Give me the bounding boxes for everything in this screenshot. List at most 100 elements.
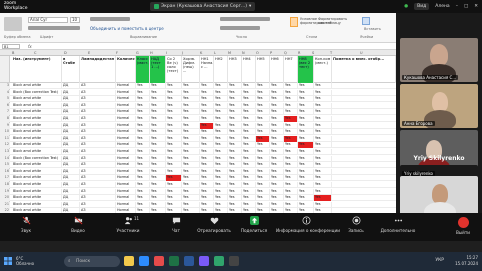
column-header-p[interactable]: P [270, 51, 272, 55]
cell-value[interactable]: Yes [314, 155, 332, 162]
cell-value[interactable]: Yes [136, 201, 150, 208]
cell-lamp[interactable]: АЗ [80, 188, 116, 195]
cell-value[interactable]: Yes [182, 162, 200, 169]
cell-stab[interactable]: ДЦ [62, 195, 80, 202]
cell-lamp[interactable]: АЗ [80, 96, 116, 103]
cell-name[interactable]: Block amd white [12, 142, 62, 149]
cell-qty[interactable]: Ноrmal [116, 175, 136, 182]
cell-value[interactable]: Yes [256, 168, 270, 175]
cell-value[interactable]: Yes [298, 195, 314, 202]
cell-value[interactable]: Yes [150, 109, 166, 116]
cell-value[interactable]: Yes [314, 109, 332, 116]
cell-value[interactable]: Yes [166, 182, 182, 188]
cell-value[interactable]: Yes [214, 122, 228, 129]
cell-value[interactable]: Yes [314, 102, 332, 109]
cell-value[interactable]: Yes [166, 149, 182, 155]
header-cell-c2[interactable]: в Стабе [62, 56, 80, 83]
cell-value[interactable]: Yes [214, 175, 228, 182]
cell-value[interactable]: Yes [270, 109, 284, 116]
cell-value[interactable]: Yes [228, 188, 242, 195]
cell-stab[interactable]: ДЦ [62, 122, 80, 129]
cell-name[interactable]: Block amd white [12, 122, 62, 129]
zoom-app-icon[interactable] [139, 256, 149, 266]
cell-value[interactable]: Yes [242, 122, 256, 129]
row-number[interactable]: 18 [0, 182, 10, 188]
cell-value[interactable]: Yes [136, 89, 150, 96]
taskbar-search[interactable]: ⌕ Поиск [64, 256, 120, 267]
cell-value[interactable]: Yes [166, 129, 182, 136]
column-header-j[interactable]: J [182, 51, 183, 55]
cell-value[interactable]: Yes [166, 116, 182, 122]
cell-value[interactable]: Yes [214, 83, 228, 89]
cell-qty[interactable]: Ноrmal [116, 195, 136, 202]
cell-value[interactable]: Yes [270, 135, 284, 142]
cell-value[interactable]: Yes [284, 168, 298, 175]
cell-value[interactable]: Yes [228, 182, 242, 188]
cell-value[interactable]: Yes [136, 142, 150, 149]
column-header-n[interactable]: N [242, 51, 245, 55]
row-number[interactable]: 14 [0, 155, 10, 162]
cell-value[interactable]: Yes [136, 135, 150, 142]
cell-value[interactable]: Yes [270, 89, 284, 96]
cell-value[interactable]: Yes [150, 149, 166, 155]
cell-value[interactable]: Yes [150, 188, 166, 195]
cell-name[interactable]: Block amd white [12, 135, 62, 142]
cell-value[interactable]: Yes [182, 116, 200, 122]
cell-value[interactable]: Yes [314, 142, 332, 149]
cell-value[interactable]: Yes [270, 129, 284, 136]
cell-value[interactable]: Yes [228, 135, 242, 142]
cell-value[interactable]: Yes [136, 162, 150, 169]
cell-lamp[interactable]: АЗ [80, 122, 116, 129]
cell-value[interactable]: Yes [314, 168, 332, 175]
cell-qty[interactable]: Ноrmal [116, 89, 136, 96]
cell-stab[interactable]: ДЦ [62, 155, 80, 162]
header-cell-c16[interactable]: НН8 (вес 2 тест) [298, 56, 314, 83]
cell-qty[interactable]: Ноrmal [116, 116, 136, 122]
cell-value[interactable]: Yes [298, 135, 314, 142]
cell-stab[interactable]: ДЦ [62, 162, 80, 169]
cell-value[interactable]: Yes [256, 116, 270, 122]
column-header-u[interactable]: U [360, 51, 363, 55]
cell-value[interactable]: Yes [200, 162, 214, 169]
cell-value[interactable]: Yes [182, 89, 200, 96]
cell-name[interactable]: Block amd white [12, 109, 62, 116]
cell-value[interactable]: Yes [150, 195, 166, 202]
row-number[interactable]: 16 [0, 168, 10, 175]
cell-value[interactable]: Yes [228, 96, 242, 103]
cell-value[interactable]: Yes [200, 116, 214, 122]
column-header-b[interactable]: B [12, 51, 14, 55]
cell-value[interactable]: Yes [150, 162, 166, 169]
cell-value[interactable]: Yes [182, 195, 200, 202]
minimize-icon[interactable]: – [456, 4, 458, 9]
cell-value[interactable]: Yes [256, 109, 270, 116]
column-header-o[interactable]: O [256, 51, 259, 55]
header-cell-c14[interactable]: НН6 [270, 56, 284, 83]
cell-value[interactable]: Yes [200, 83, 214, 89]
cell-value[interactable]: Yes [214, 142, 228, 149]
cell-value[interactable]: Yes [214, 96, 228, 103]
cell-value[interactable]: Yes [228, 195, 242, 202]
format-table-button[interactable]: Форматировать как таблицу [318, 17, 347, 27]
cell-value[interactable]: Yes [270, 168, 284, 175]
cell-value[interactable]: Yes [270, 149, 284, 155]
word-icon[interactable] [184, 256, 194, 266]
cell-stab[interactable]: ДЦ [62, 188, 80, 195]
video-button[interactable]: Видео [54, 216, 102, 233]
cell-name[interactable]: Block amd white [12, 175, 62, 182]
share-screen-button[interactable]: Поделиться [230, 216, 278, 233]
cell-value[interactable]: Yes [136, 155, 150, 162]
cell-value[interactable]: Yes [256, 135, 270, 142]
cell-qty[interactable]: Ноrmal [116, 162, 136, 169]
cell-stab[interactable]: ДЦ [62, 96, 80, 103]
system-clock[interactable]: 15:27 15.07.2024 [455, 255, 478, 267]
cell-value[interactable]: Yes [284, 175, 298, 182]
cell-value[interactable]: Yes [136, 195, 150, 202]
cell-value[interactable]: Yes [270, 96, 284, 103]
cell-name[interactable]: Block amd white [12, 182, 62, 188]
row-number[interactable]: 4 [0, 89, 10, 96]
cell-value[interactable]: Yes [166, 102, 182, 109]
row-number[interactable]: 7 [0, 109, 10, 116]
cell-value[interactable]: Yes [150, 135, 166, 142]
row-number[interactable]: 3 [0, 83, 10, 89]
cell-stab[interactable]: ДЦ [62, 102, 80, 109]
